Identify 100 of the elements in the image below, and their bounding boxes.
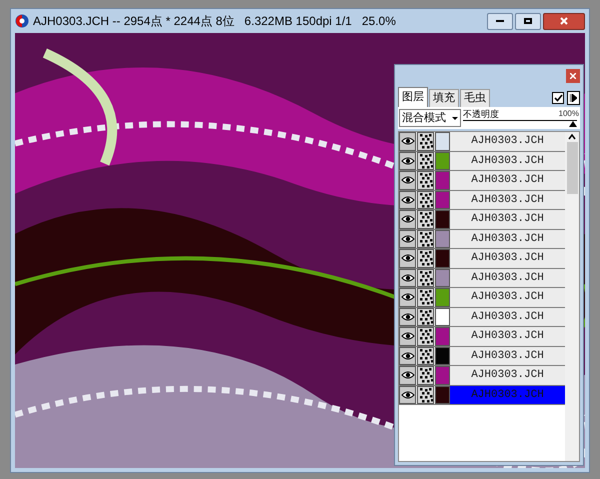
close-button[interactable]: [543, 12, 585, 30]
mask-icon: [418, 152, 432, 169]
mask-icon: [418, 386, 432, 403]
scrollbar[interactable]: [565, 132, 579, 461]
eye-icon: [400, 214, 414, 224]
layer-row[interactable]: AJH0303.JCH: [399, 346, 565, 366]
mask-icon: [418, 250, 432, 266]
visibility-toggle[interactable]: [399, 132, 416, 150]
mask-icon: [418, 328, 432, 344]
mask-icon: [418, 270, 432, 286]
mask-toggle[interactable]: [417, 132, 434, 150]
opacity-reading: 100%: [558, 108, 579, 118]
close-icon: [570, 73, 576, 79]
layer-name: AJH0303.JCH: [470, 212, 545, 227]
layer-row[interactable]: AJH0303.JCH: [399, 327, 565, 346]
layer-row[interactable]: AJH0303.JCH: [399, 190, 565, 210]
visibility-toggle[interactable]: [399, 288, 416, 306]
mask-toggle[interactable]: [417, 327, 434, 346]
eye-icon: [400, 272, 414, 283]
check-icon: [554, 94, 562, 102]
close-button[interactable]: [566, 69, 580, 83]
panel-menu-button[interactable]: [567, 91, 580, 105]
mask-toggle[interactable]: [417, 366, 434, 384]
mask-toggle[interactable]: [417, 249, 434, 268]
visibility-toggle[interactable]: [399, 171, 416, 190]
layer-name: AJH0303.JCH: [470, 270, 545, 286]
eye-icon: [400, 292, 414, 302]
maximize-button[interactable]: [515, 12, 541, 30]
panel-tab[interactable]: 图层: [398, 87, 428, 107]
mask-icon: [418, 133, 432, 150]
eye-icon: [400, 312, 414, 322]
layer-name: AJH0303.JCH: [470, 173, 545, 188]
mask-toggle[interactable]: [417, 288, 434, 306]
layer-name: AJH0303.JCH: [470, 290, 545, 305]
layer-row[interactable]: AJH0303.JCH: [399, 132, 565, 152]
visibility-toggle[interactable]: [399, 327, 416, 346]
visibility-toggle[interactable]: [399, 268, 416, 287]
visibility-toggle[interactable]: [399, 190, 416, 209]
minimize-button[interactable]: [487, 12, 513, 30]
layer-name: AJH0303.JCH: [470, 232, 545, 246]
mask-icon: [418, 230, 432, 247]
layer-row[interactable]: AJH0303.JCH: [399, 249, 565, 268]
mask-toggle[interactable]: [417, 268, 434, 287]
layer-name: AJH0303.JCH: [470, 368, 545, 383]
opacity-label: 不透明度: [463, 108, 499, 118]
visibility-toggle[interactable]: [399, 366, 416, 384]
layer-row[interactable]: AJH0303.JCH: [399, 230, 565, 249]
opacity-slider[interactable]: [463, 118, 579, 128]
mask-toggle[interactable]: [417, 190, 434, 209]
visibility-toggle[interactable]: [399, 346, 416, 365]
mask-icon: [418, 211, 432, 228]
mask-icon: [418, 172, 432, 188]
visibility-toggle[interactable]: [399, 386, 416, 404]
mask-toggle[interactable]: [417, 210, 434, 228]
visibility-toggle[interactable]: [399, 230, 416, 248]
layer-row[interactable]: AJH0303.JCH: [399, 288, 565, 308]
mask-icon: [418, 348, 432, 364]
layer-name: AJH0303.JCH: [470, 251, 545, 266]
caret-icon: [452, 116, 458, 120]
mask-toggle[interactable]: [417, 308, 434, 326]
eye-icon: [400, 136, 414, 146]
layer-name: AJH0303.JCH: [470, 348, 545, 364]
layer-row[interactable]: AJH0303.JCH: [399, 308, 565, 327]
play-icon: [570, 94, 577, 102]
window-title: AJH0303.JCH -- 2954点 * 2244点 8位 6.322MB 150dpi 1/1 25.0%: [33, 13, 396, 30]
mask-toggle[interactable]: [417, 230, 434, 248]
mask-icon: [418, 367, 432, 384]
eye-icon: [400, 194, 414, 205]
panel-tab[interactable]: 毛虫: [460, 89, 490, 107]
panel-tab[interactable]: 填充: [429, 89, 459, 107]
layer-name: AJH0303.JCH: [470, 134, 545, 149]
checkbox[interactable]: [552, 92, 564, 104]
visibility-toggle[interactable]: [399, 308, 416, 326]
layer-name: AJH0303.JCH: [450, 386, 565, 404]
mask-toggle[interactable]: [417, 346, 434, 365]
layer-row[interactable]: AJH0303.JCH: [399, 366, 565, 386]
mask-icon: [418, 192, 432, 208]
eye-icon: [400, 156, 414, 166]
visibility-toggle[interactable]: [399, 249, 416, 268]
visibility-toggle[interactable]: [399, 152, 416, 170]
layer-row[interactable]: AJH0303.JCH: [399, 171, 565, 190]
layer-name: AJH0303.JCH: [470, 192, 545, 208]
mask-icon: [418, 289, 432, 306]
eye-icon: [400, 331, 414, 342]
layer-row[interactable]: AJH0303.JCH: [399, 210, 565, 230]
eye-icon: [400, 234, 414, 244]
scrollbar-thumb[interactable]: [566, 142, 578, 194]
eye-icon: [400, 175, 414, 186]
mask-toggle[interactable]: [417, 171, 434, 190]
eye-icon: [400, 350, 414, 361]
scroll-up-icon: [568, 132, 576, 142]
mask-toggle[interactable]: [417, 152, 434, 170]
layer-row[interactable]: AJH0303.JCH: [399, 268, 565, 288]
close-icon: [560, 17, 568, 25]
mask-icon: [418, 308, 432, 325]
app-logo-icon: [15, 14, 29, 28]
layer-row[interactable]: AJH0303.JCH: [399, 152, 565, 171]
mask-toggle[interactable]: [417, 386, 434, 404]
blend-mode-dropdown[interactable]: 混合模式: [399, 109, 461, 127]
visibility-toggle[interactable]: [399, 210, 416, 228]
